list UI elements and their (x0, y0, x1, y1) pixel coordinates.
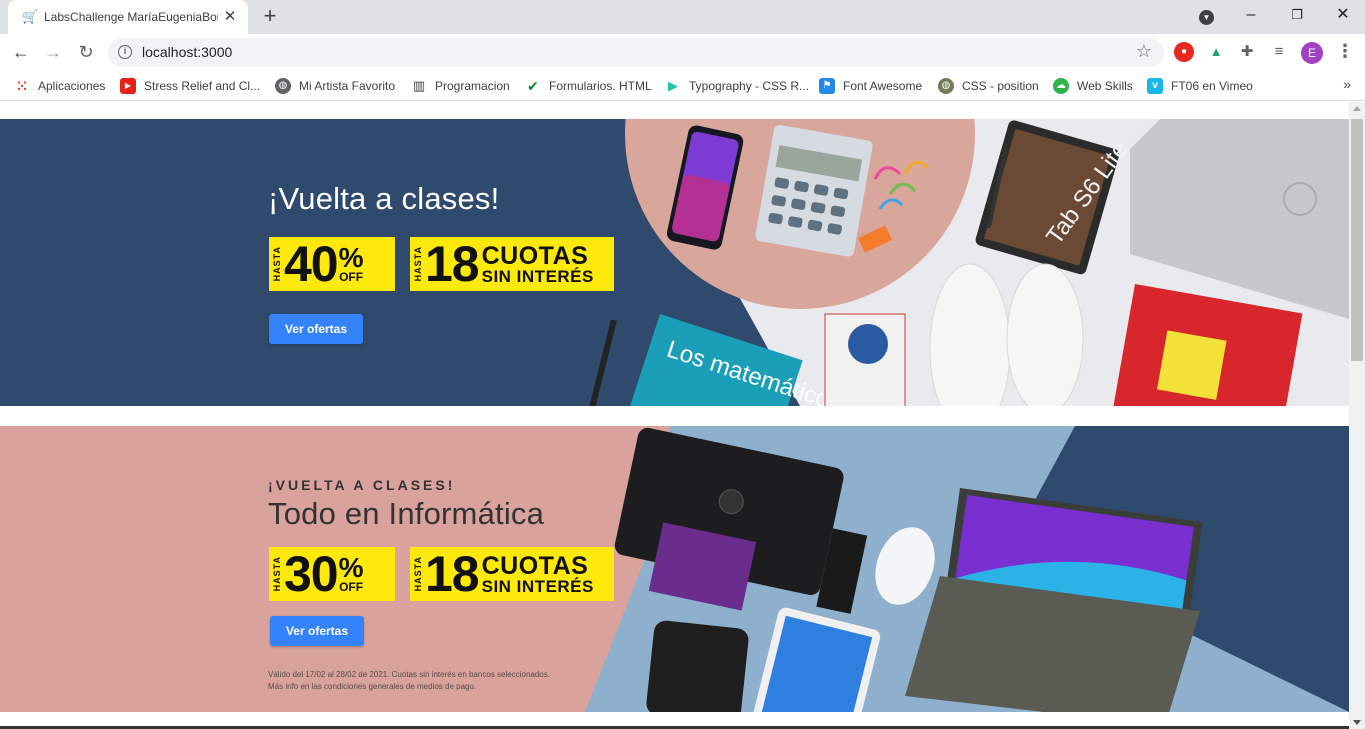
bookmark-label: Formularios. HTML (549, 79, 652, 93)
minimize-button[interactable]: – (1231, 4, 1271, 28)
percent-sign: % (338, 552, 364, 583)
youtube-icon: ▶ (120, 78, 136, 94)
installments-text: CUOTAS SIN INTERÉS (481, 241, 594, 286)
banner-products-illustration (585, 426, 1349, 712)
sin-interes-label: SIN INTERÉS (481, 266, 594, 286)
cart-icon: 🛒 (22, 9, 39, 24)
scroll-up-arrow-icon[interactable] (1353, 106, 1361, 111)
bookmark-mi-artista[interactable]: ◍ Mi Artista Favorito (275, 76, 395, 96)
off-label: OFF (339, 580, 364, 594)
discount-badge: HASTA 40 % OFF (269, 237, 395, 291)
fineprint-line: Más info en las condiciones generales de… (268, 682, 477, 691)
browser-tab-strip: 🛒 LabsChallenge MaríaEugeniaBorg ✕ + ▼ –… (0, 0, 1365, 34)
scroll-thumb[interactable] (1351, 119, 1363, 361)
bookmark-label: Aplicaciones (38, 79, 106, 93)
installments-badge: HASTA 18 CUOTAS SIN INTERÉS (410, 237, 614, 291)
more-bookmarks-icon[interactable]: » (1343, 76, 1351, 92)
banner-headline: Todo en Informática (268, 496, 545, 531)
bookmark-star-icon[interactable]: ☆ (1136, 41, 1152, 62)
bookmark-ft06-vimeo[interactable]: v FT06 en Vimeo (1147, 76, 1253, 96)
ver-ofertas-button[interactable]: Ver ofertas (270, 616, 364, 646)
close-window-button[interactable]: ✕ (1323, 4, 1363, 28)
address-bar[interactable]: i localhost:3000 ☆ (108, 38, 1164, 67)
bookmark-label: Typography - CSS R... (689, 79, 810, 93)
sin-interes-label: SIN INTERÉS (481, 576, 594, 596)
globe-icon: ◍ (938, 78, 954, 94)
bookmark-label: CSS - position (962, 79, 1039, 93)
promo-banner-informatica[interactable]: ¡VUELTA A CLASES! Todo en Informática HA… (0, 426, 1349, 712)
discount-value: 40 (284, 236, 339, 292)
bookmark-typography[interactable]: ▶ Typography - CSS R... (665, 76, 809, 96)
discount-value: 30 (284, 546, 339, 602)
promo-banner-back-to-school[interactable]: Los matemáticos de 3° (0, 119, 1349, 406)
fineprint-line: Válido del 17/02 al 28/02 de 2021. Cuota… (268, 670, 550, 679)
vimeo-icon: v (1147, 78, 1163, 94)
extensions-puzzle-icon[interactable]: ✚ (1237, 42, 1257, 62)
google-drive-icon[interactable]: ▲ (1206, 42, 1226, 62)
banner-kicker: ¡VUELTA A CLASES! (268, 477, 456, 493)
off-label: OFF (339, 270, 364, 284)
cuotas-label: CUOTAS (481, 551, 589, 580)
browser-tab[interactable]: 🛒 LabsChallenge MaríaEugeniaBorg ✕ (8, 0, 248, 34)
discount-badge: HASTA 30 % OFF (269, 547, 395, 601)
info-icon[interactable]: i (118, 45, 132, 59)
apps-grid-icon: ⁙ (16, 78, 28, 94)
installments-value: 18 (425, 546, 480, 602)
hasta-label: HASTA (413, 246, 423, 282)
installments-value: 18 (425, 236, 480, 292)
tab-search-icon[interactable]: ▼ (1199, 10, 1214, 25)
browser-menu-icon[interactable]: ⋮ (1336, 40, 1354, 64)
percent-sign: % (338, 242, 364, 273)
globe-icon: ◍ (275, 78, 291, 94)
cuotas-label: CUOTAS (481, 241, 589, 270)
bookmark-label: Mi Artista Favorito (299, 79, 396, 93)
bookmark-label: Font Awesome (843, 79, 923, 93)
bookmark-aplicaciones[interactable]: ⁙ Aplicaciones (14, 76, 105, 96)
restore-button[interactable]: ❐ (1277, 4, 1317, 28)
bookmark-formularios[interactable]: ✔ Formularios. HTML (525, 76, 652, 96)
profile-avatar[interactable]: E (1301, 42, 1323, 64)
page-viewport: Los matemáticos de 3° (0, 102, 1349, 729)
percent-off: % OFF (338, 552, 364, 594)
ver-ofertas-button[interactable]: Ver ofertas (269, 314, 363, 344)
forward-button[interactable]: → (40, 39, 66, 65)
close-icon[interactable]: ✕ (222, 9, 238, 25)
banner-headline: ¡Vuelta a clases! (268, 181, 500, 216)
tab-title: LabsChallenge MaríaEugeniaBorg (44, 10, 218, 24)
bookmark-label: Programacion (435, 79, 510, 93)
hasta-label: HASTA (272, 556, 282, 592)
hasta-label: HASTA (413, 556, 423, 592)
adblock-extension-icon[interactable]: ● (1174, 42, 1194, 62)
bookmark-stress-relief[interactable]: ▶ Stress Relief and Cl... (120, 76, 260, 96)
bookmark-programacion[interactable]: ▥ Programacion (411, 76, 510, 96)
bookmark-label: FT06 en Vimeo (1171, 79, 1253, 93)
bookmark-web-skills[interactable]: ☁ Web Skills (1053, 76, 1133, 96)
installments-text: CUOTAS SIN INTERÉS (481, 551, 594, 596)
url-text[interactable]: localhost:3000 (142, 44, 232, 60)
banner-products-illustration: Los matemáticos de 3° (589, 119, 1349, 406)
cloud-icon: ☁ (1053, 78, 1069, 94)
percent-off: % OFF (338, 242, 364, 284)
book-icon: ▥ (412, 78, 426, 93)
bookmarks-bar: ⁙ Aplicaciones ▶ Stress Relief and Cl...… (0, 71, 1365, 101)
flag-icon: ⚑ (819, 78, 835, 94)
banner-fineprint: Válido del 17/02 al 28/02 de 2021. Cuota… (268, 669, 588, 693)
media-control-icon[interactable]: ≡ (1269, 42, 1289, 62)
bookmark-label: Stress Relief and Cl... (144, 79, 261, 93)
bookmark-font-awesome[interactable]: ⚑ Font Awesome (819, 76, 922, 96)
reload-button[interactable]: ↻ (73, 39, 99, 65)
bookmark-css-position[interactable]: ◍ CSS - position (938, 76, 1039, 96)
page-scrollbar[interactable] (1349, 102, 1365, 729)
back-button[interactable]: ← (8, 39, 34, 65)
installments-badge: HASTA 18 CUOTAS SIN INTERÉS (410, 547, 614, 601)
hasta-label: HASTA (272, 246, 282, 282)
play-icon: ▶ (668, 78, 678, 93)
bookmark-label: Web Skills (1077, 79, 1133, 93)
scroll-down-arrow-icon[interactable] (1353, 720, 1361, 725)
check-icon: ✔ (527, 78, 539, 94)
new-tab-button[interactable]: + (258, 5, 282, 28)
browser-toolbar: ← → ↻ i localhost:3000 ☆ ● ▲ ✚ ≡ E ⋮ (0, 34, 1365, 71)
